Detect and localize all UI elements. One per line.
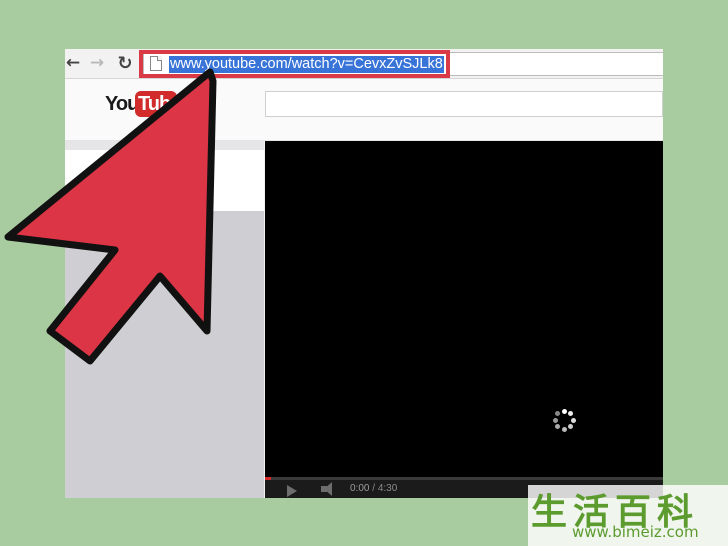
watermark: 生活百科 www.bimeiz.com xyxy=(528,485,728,546)
red-pointer-arrow-icon xyxy=(4,68,217,365)
watermark-url: www.bimeiz.com xyxy=(572,523,699,541)
